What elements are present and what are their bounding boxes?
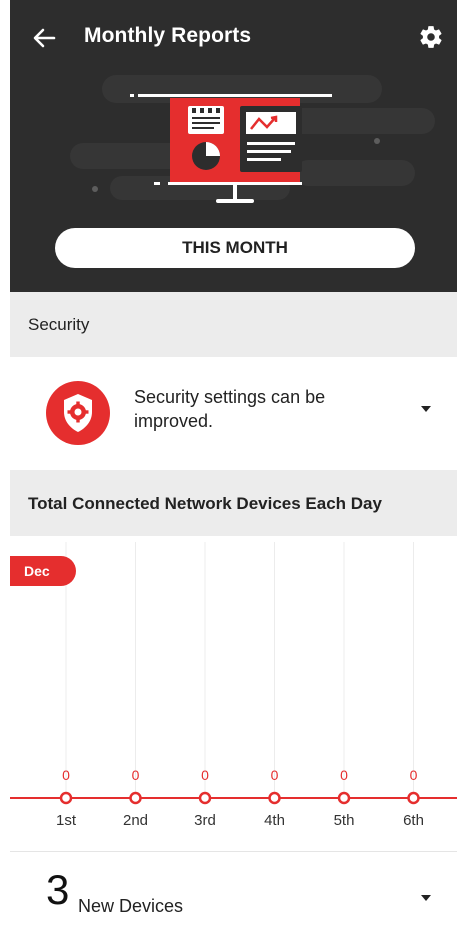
caret-down-icon[interactable] — [421, 895, 431, 901]
data-point — [129, 791, 142, 805]
data-point — [407, 791, 420, 805]
shield-gear-icon — [64, 394, 92, 432]
report-header: Monthly Reports THIS MONTH — [10, 0, 457, 292]
month-tag: Dec — [10, 556, 76, 586]
data-point — [59, 791, 73, 805]
data-label: 0 — [340, 767, 348, 783]
data-label: 0 — [409, 767, 418, 783]
x-tick-label: 5th — [333, 812, 355, 829]
section-title: Security — [28, 315, 90, 334]
section-title: Total Connected Network Devices Each Day — [28, 494, 382, 513]
security-message: Security settings can be improved. — [134, 387, 326, 431]
back-button[interactable] — [30, 24, 58, 52]
x-tick-label: 6th — [403, 812, 424, 829]
caret-down-icon[interactable] — [421, 406, 431, 412]
this-month-button[interactable]: THIS MONTH — [55, 228, 415, 268]
data-label: 0 — [270, 767, 279, 783]
page-title: Monthly Reports — [84, 24, 252, 47]
new-devices-label: New Devices — [78, 896, 184, 916]
devices-line-chart: Dec 0 1st 0 2nd 0 3rd 0 4th 0 5th 0 6th — [10, 536, 457, 851]
arrow-left-icon — [33, 28, 56, 48]
shield-badge — [46, 381, 110, 445]
app-frame: Monthly Reports THIS MONTH Security Secu… — [10, 0, 457, 930]
x-tick-label: 2nd — [122, 812, 149, 829]
x-tick-label: 4th — [264, 812, 285, 829]
new-devices-count: 3 — [46, 866, 70, 913]
month-tag-label: Dec — [24, 563, 50, 579]
data-label: 0 — [201, 767, 209, 783]
data-point — [198, 791, 212, 805]
security-section-header: Security — [10, 292, 457, 357]
bg-dot — [374, 138, 380, 144]
report-presentation-illustration — [130, 94, 332, 203]
settings-button[interactable] — [418, 24, 444, 50]
x-tick-label: 3rd — [194, 812, 216, 829]
x-tick-label: 1st — [55, 812, 76, 829]
data-point — [268, 791, 281, 805]
security-status-row[interactable]: Security settings can be improved. — [10, 357, 457, 470]
data-point — [337, 791, 351, 805]
new-devices-row[interactable]: 3 New Devices — [10, 851, 457, 930]
data-label: 0 — [131, 767, 140, 783]
devices-section-header: Total Connected Network Devices Each Day — [10, 470, 457, 536]
chart-canvas — [10, 542, 457, 805]
data-label: 0 — [62, 767, 70, 783]
bg-dot — [92, 186, 98, 192]
top-bar: Monthly Reports — [10, 0, 457, 78]
gear-icon — [420, 26, 442, 48]
